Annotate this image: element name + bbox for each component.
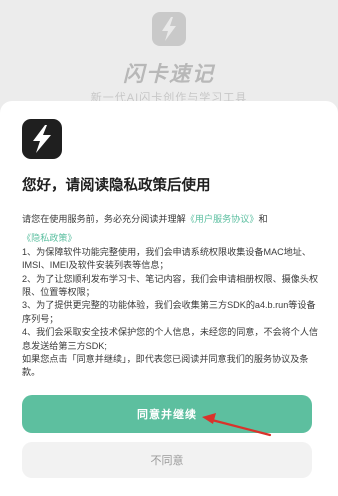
- intro-prefix: 请您在使用服务前，务必充分阅读并理解: [22, 214, 186, 224]
- disagree-button[interactable]: 不同意: [22, 442, 312, 478]
- intro-line: 请您在使用服务前，务必充分阅读并理解《用户服务协议》和: [22, 213, 320, 226]
- consent-note: 如果您点击「同意并继续」，即代表您已阅读并同意我们的服务协议及条款。: [22, 354, 309, 378]
- privacy-dialog: 您好，请阅读隐私政策后使用 请您在使用服务前，务必充分阅读并理解《用户服务协议》…: [0, 101, 338, 496]
- clause-3: 3、为了提供更完整的功能体验，我们会收集第三方SDK的a4.b.run等设备序列…: [22, 300, 316, 324]
- splash-logo-icon: [152, 12, 186, 46]
- privacy-policy-link[interactable]: 《隐私政策》: [22, 233, 77, 243]
- privacy-text: 请您在使用服务前，务必充分阅读并理解《用户服务协议》和 《隐私政策》 1、为保障…: [22, 213, 320, 380]
- clause-4: 4、我们会采取安全技术保护您的个人信息，未经您的同意，不会将个人信息发送给第三方…: [22, 327, 319, 351]
- policy-line: 《隐私政策》: [22, 232, 320, 245]
- lightning-bolt-icon: [22, 119, 62, 159]
- clause-1: 1、为保障软件功能完整使用，我们会申请系统权限收集设备MAC地址、IMSI、IM…: [22, 246, 311, 271]
- splash-app-name: 闪卡速记: [123, 63, 215, 86]
- red-arrow-icon: [202, 413, 272, 437]
- dialog-title: 您好，请阅读隐私政策后使用: [22, 178, 211, 194]
- intro-and: 和: [258, 214, 268, 224]
- user-agreement-link[interactable]: 《用户服务协议》: [186, 214, 259, 224]
- clause-2: 2、为了让您顺利发布学习卡、笔记内容，我们会申请相册权限、摄像头权限、位置等权限…: [22, 273, 319, 298]
